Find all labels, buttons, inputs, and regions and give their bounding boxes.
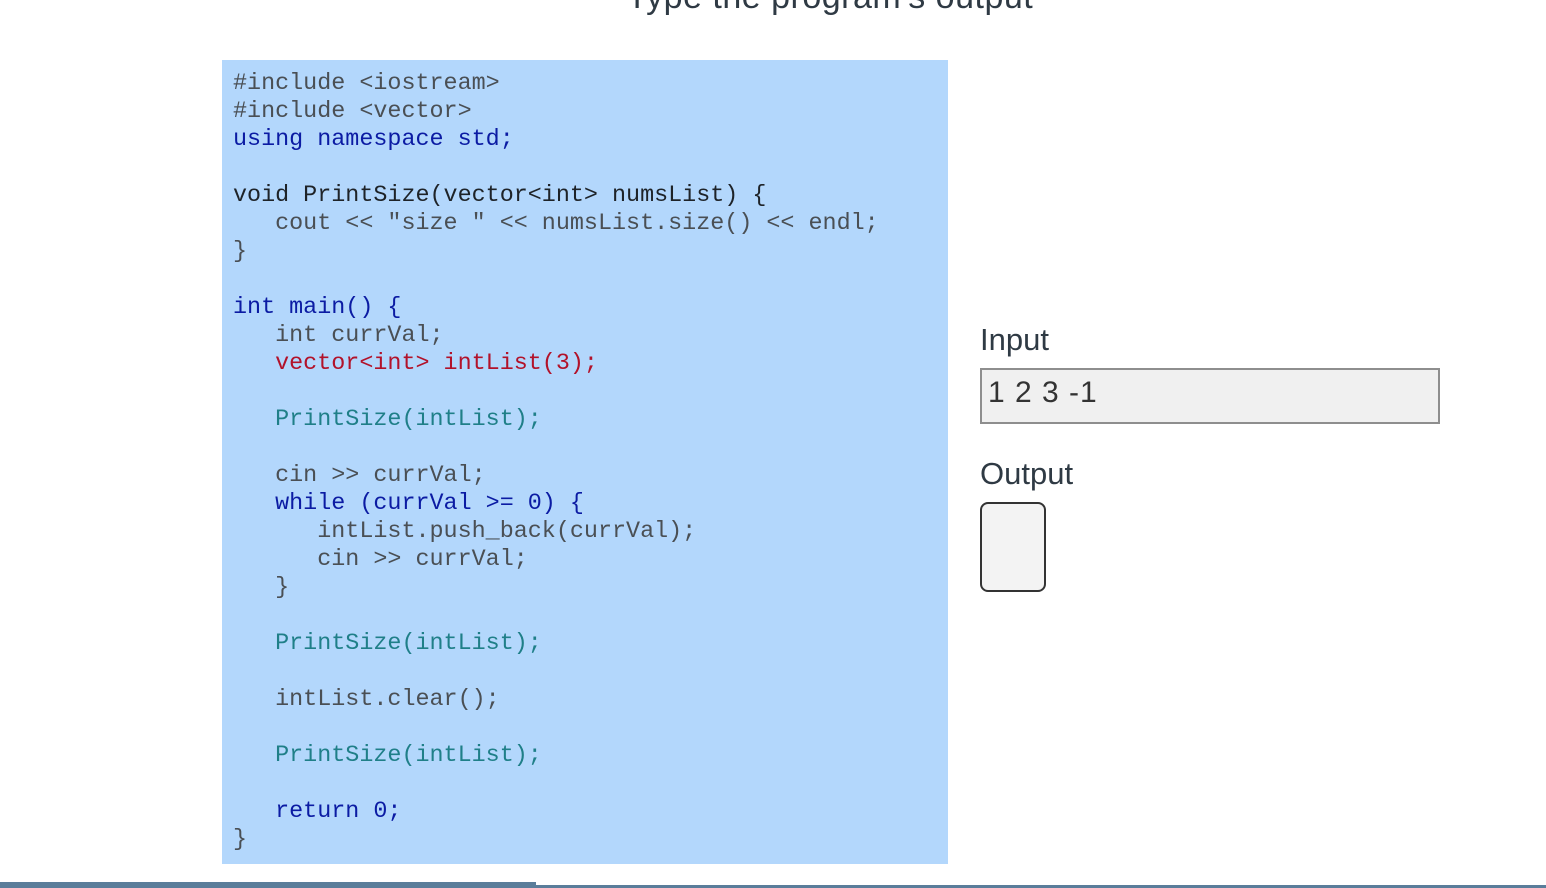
code-line: intList.clear(); bbox=[233, 686, 948, 714]
code-line: using namespace std; bbox=[233, 126, 948, 154]
code-line: cin >> currVal; bbox=[233, 462, 948, 490]
code-line: } bbox=[233, 826, 948, 854]
code-line: int main() { bbox=[233, 294, 948, 322]
page: Type the program's output #include <iost… bbox=[0, 0, 1546, 888]
page-title: Type the program's output bbox=[0, 0, 1546, 17]
code-line-12: PrintSize(intList); bbox=[233, 407, 542, 433]
code-line-15: while (currVal >= 0) { bbox=[233, 491, 584, 517]
code-line-24: PrintSize(intList); bbox=[233, 743, 542, 769]
output-label: Output bbox=[980, 456, 1074, 491]
code-line: intList.push_back(currVal); bbox=[233, 518, 948, 546]
code-line: #include <vector> bbox=[233, 98, 948, 126]
input-label: Input bbox=[980, 322, 1049, 357]
code-line: #include <iostream> bbox=[233, 70, 948, 98]
code-panel: #include <iostream> #include <vector> usin… bbox=[222, 60, 948, 864]
code-line-10: vector<int> intList(3); bbox=[233, 351, 598, 377]
code-line-5: cout << "size " << numsList.size() << en… bbox=[233, 211, 879, 237]
code-line: while (currVal >= 0) { bbox=[233, 490, 948, 518]
code-block: #include <iostream> #include <vector> usin… bbox=[233, 70, 948, 854]
code-line-1: #include <vector> bbox=[233, 99, 472, 125]
code-line: } bbox=[233, 574, 948, 602]
code-line: vector<int> intList(3); bbox=[233, 350, 948, 378]
code-line: return 0; bbox=[233, 798, 948, 826]
code-line: cin >> currVal; bbox=[233, 546, 948, 574]
progress-bar-fill bbox=[0, 882, 536, 888]
code-line-4: void PrintSize(vector<int> numsList) { bbox=[233, 183, 767, 209]
input-display: 1 2 3 -1 bbox=[980, 368, 1440, 424]
code-line-0: #include <iostream> bbox=[233, 71, 500, 97]
code-line: PrintSize(intList); bbox=[233, 742, 948, 770]
code-line: PrintSize(intList); bbox=[233, 406, 948, 434]
code-line-27: } bbox=[233, 827, 248, 853]
code-line-2: using namespace std; bbox=[233, 127, 514, 153]
code-line-22: intList.clear(); bbox=[233, 687, 500, 713]
code-line: void PrintSize(vector<int> numsList) { bbox=[233, 182, 948, 210]
code-line-16: intList.push_back(currVal); bbox=[233, 519, 697, 545]
progress-bar bbox=[0, 882, 1546, 888]
code-line-9: int currVal; bbox=[233, 323, 444, 349]
code-line-6: } bbox=[233, 239, 248, 265]
code-line: int currVal; bbox=[233, 322, 948, 350]
code-line: PrintSize(intList); bbox=[233, 630, 948, 658]
code-line-14: cin >> currVal; bbox=[233, 463, 486, 489]
code-line-18: } bbox=[233, 575, 290, 601]
code-line-20: PrintSize(intList); bbox=[233, 631, 542, 657]
code-line-26: return 0; bbox=[233, 799, 402, 825]
code-line: } bbox=[233, 238, 948, 266]
output-textarea[interactable] bbox=[980, 502, 1046, 592]
code-line-8: int main() { bbox=[233, 295, 402, 321]
code-line: cout << "size " << numsList.size() << en… bbox=[233, 210, 948, 238]
code-line-17: cin >> currVal; bbox=[233, 547, 528, 573]
